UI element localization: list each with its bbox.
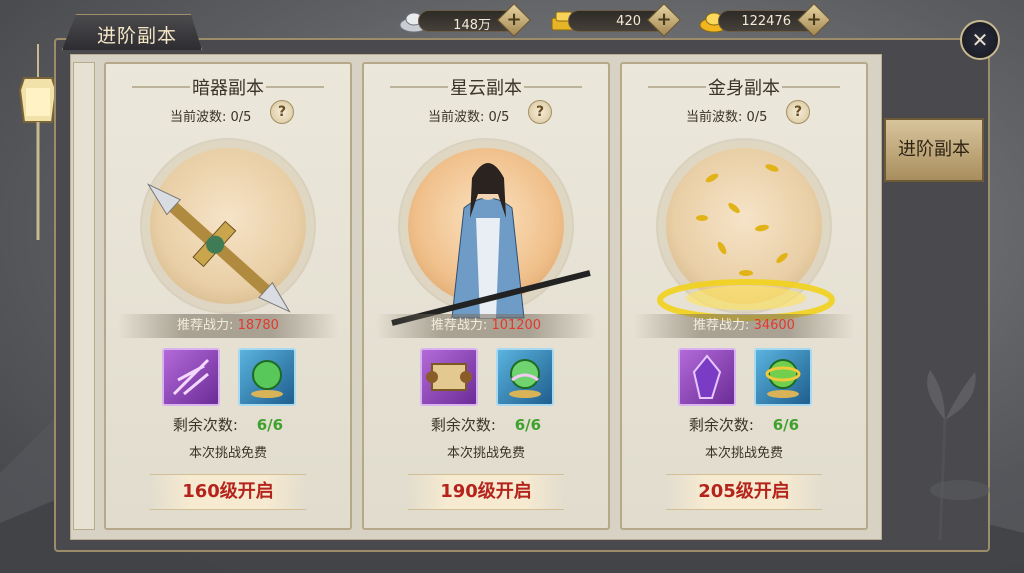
dungeon-name: 星云副本 [450, 78, 522, 99]
unlock-level-button[interactable]: 160级开启 [150, 474, 306, 510]
free-challenge-text: 本次挑战免费 [446, 446, 525, 461]
reward-item[interactable] [238, 348, 296, 406]
swordsman-icon [391, 163, 591, 326]
golden-leaf-swirl-icon [657, 164, 835, 321]
free-challenge-text: 本次挑战免费 [704, 446, 783, 461]
power-label: 推荐战力: [430, 318, 488, 333]
dungeon-card-nebula[interactable]: 星云副本 当前波数: 0/5 ? 推荐战力: 101200 剩余次数: 6/6 … [362, 62, 610, 530]
remaining-label: 剩余次数: [172, 416, 238, 434]
previous-card-edge[interactable] [73, 62, 95, 530]
ink-lotus-decoration [927, 370, 990, 540]
unlock-level-button[interactable]: 190级开启 [408, 474, 564, 510]
help-button[interactable]: ? [786, 100, 810, 124]
scroll-icon [426, 363, 472, 391]
remaining-attempts: 剩余次数: 6/6 [106, 414, 350, 435]
remaining-label: 剩余次数: [430, 416, 496, 434]
purple-darts-icon [172, 358, 210, 396]
remaining-label: 剩余次数: [688, 416, 754, 434]
window-title: 进阶副本 [62, 14, 202, 50]
power-value: 101200 [491, 318, 542, 333]
dungeon-name: 金身副本 [708, 78, 780, 99]
recommended-power: 推荐战力: 34600 [634, 314, 854, 338]
reward-item[interactable] [754, 348, 812, 406]
purple-crystal-icon [692, 354, 722, 399]
reward-item[interactable] [162, 348, 220, 406]
tab-advanced-dungeon[interactable]: 进阶副本 [884, 118, 984, 182]
dungeon-card-hidden-weapon[interactable]: 暗器副本 当前波数: 0/5 ? 推荐战力: 18780 剩余次数: 6/6 本… [104, 62, 352, 530]
unlock-level-button[interactable]: 205级开启 [666, 474, 822, 510]
recommended-power: 推荐战力: 18780 [118, 314, 338, 338]
free-challenge-text: 本次挑战免费 [188, 446, 267, 461]
reward-item[interactable] [678, 348, 736, 406]
gold-currency: 420 + [548, 3, 682, 37]
reward-item[interactable] [496, 348, 554, 406]
close-icon: ✕ [971, 28, 989, 52]
remaining-value: 6/6 [256, 416, 284, 434]
help-button[interactable]: ? [270, 100, 294, 124]
power-label: 推荐战力: [693, 318, 750, 333]
remaining-attempts: 剩余次数: 6/6 [364, 414, 608, 435]
reward-items [622, 348, 866, 408]
wave-label: 当前波数: 0/5 [428, 110, 510, 125]
green-lotus-orb-icon [509, 359, 541, 398]
help-button[interactable]: ? [528, 100, 552, 124]
remaining-value: 6/6 [772, 416, 800, 434]
power-value: 18780 [237, 318, 279, 333]
close-button[interactable]: ✕ [960, 20, 1000, 60]
green-orb-icon [251, 360, 283, 398]
wave-label: 当前波数: 0/5 [170, 110, 252, 125]
wave-label: 当前波数: 0/5 [686, 110, 768, 125]
yuanbao-currency: 122476 + [698, 3, 832, 37]
power-label: 推荐战力: [177, 318, 234, 333]
dagger-icon [146, 183, 291, 313]
reward-item[interactable] [420, 348, 478, 406]
power-value: 34600 [753, 318, 795, 333]
recommended-power: 推荐战力: 101200 [376, 314, 596, 338]
gold-ring-orb-icon [765, 359, 801, 398]
silver-currency: 148万 + [398, 3, 532, 37]
reward-items [364, 348, 608, 408]
reward-items [106, 348, 350, 408]
dungeon-name: 暗器副本 [192, 78, 264, 99]
remaining-attempts: 剩余次数: 6/6 [622, 414, 866, 435]
dungeon-card-golden-body[interactable]: 金身副本 当前波数: 0/5 ? 推荐战力: 34600 剩余次数: 6/6 本… [620, 62, 868, 530]
remaining-value: 6/6 [514, 416, 542, 434]
